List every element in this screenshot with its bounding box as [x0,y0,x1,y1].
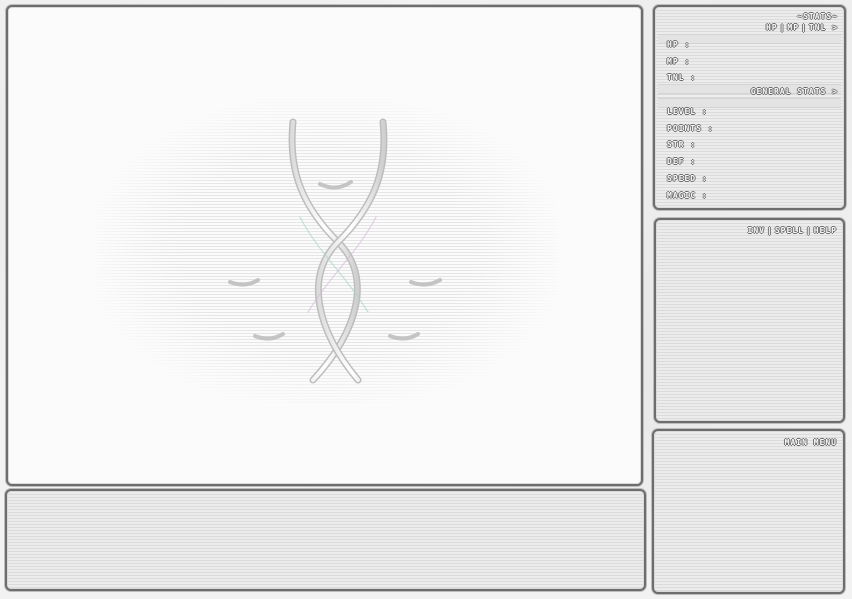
main-menu-panel[interactable]: MAIN MENU [652,429,845,594]
stat-speed-label: SPEED : [667,174,708,183]
general-stats-label: GENERAL STATS [750,87,827,96]
stat-hp-label: HP : [667,40,691,49]
main-menu-title[interactable]: MAIN MENU [785,439,837,447]
stats-tabs: HP | MP | TNL > [766,24,838,32]
stats-header: ~STATS~ [797,12,838,21]
general-stats-arrow-icon: > [832,87,838,96]
stat-tnl-label: TNL : [667,73,697,82]
tab-spell[interactable]: SPELL [775,226,804,235]
inventory-tabs: INV | SPELL | HELP [748,227,837,235]
tab-separator: | [779,23,786,32]
tab-hp[interactable]: HP [766,23,778,32]
stat-mp-label: MP : [667,57,691,66]
stat-points-label: POINTS : [667,124,714,133]
message-log[interactable] [5,489,646,591]
stat-magic-label: MAGIC : [667,191,708,200]
general-stats-header[interactable]: GENERAL STATS > [751,88,838,96]
tab-separator: | [805,226,812,235]
tab-inv[interactable]: INV [748,226,765,235]
tab-help[interactable]: HELP [814,226,837,235]
tab-tnl[interactable]: TNL [809,23,826,32]
tab-separator: | [766,226,773,235]
stat-str-label: STR : [667,140,697,149]
ribbon-emblem-icon [228,118,442,384]
tab-mp[interactable]: MP [787,23,799,32]
stat-level-label: LEVEL : [667,107,708,116]
tab-separator: | [801,23,807,32]
stats-panel: ~STATS~ HP | MP | TNL > HP : MP : TNL : GENE… [653,5,846,210]
game-viewport[interactable] [6,5,643,486]
stat-def-label: DEF : [667,157,697,166]
tabs-arrow-icon[interactable]: > [832,23,838,32]
inventory-panel[interactable]: INV | SPELL | HELP [654,218,845,423]
